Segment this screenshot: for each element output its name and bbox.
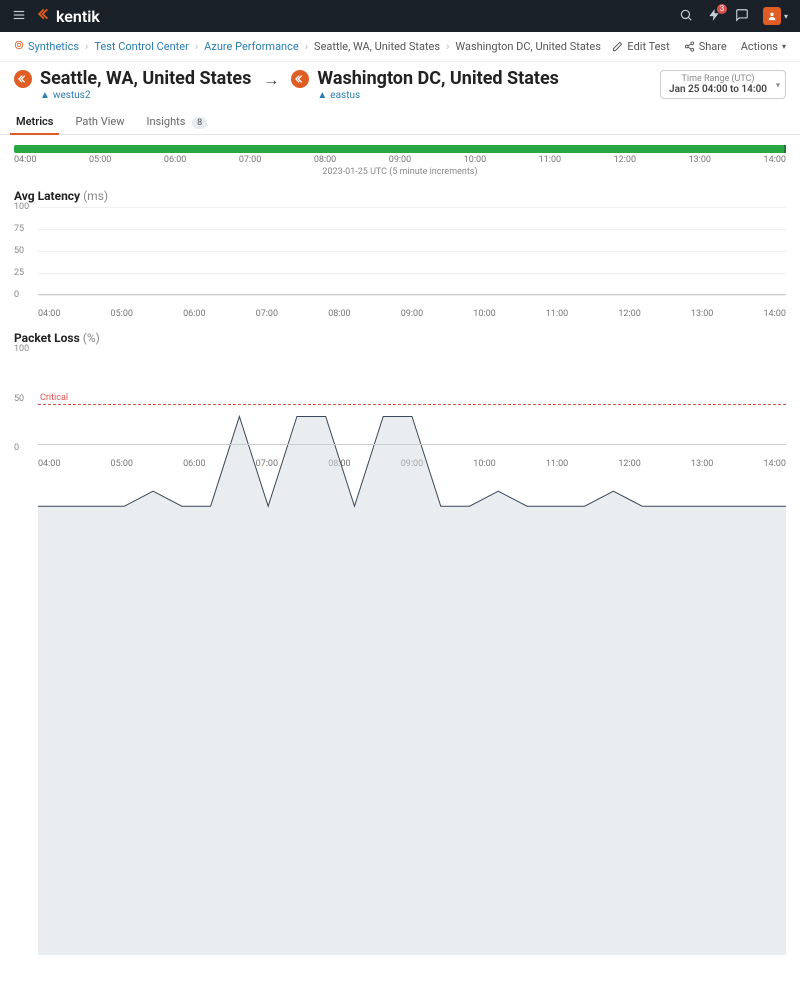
timerange-value: Jan 25 04:00 to 14:00 (669, 84, 767, 95)
arrow-right-icon: → (263, 70, 279, 90)
crumb-azure[interactable]: Azure Performance (204, 40, 299, 53)
brand-icon (38, 7, 52, 25)
crumb-tcc[interactable]: Test Control Center (94, 40, 189, 53)
dst-marker-icon (291, 70, 309, 88)
latency-chart[interactable]: 0255075100 (14, 207, 786, 309)
chevron-down-icon: ▾ (784, 12, 788, 21)
search-icon[interactable] (679, 8, 693, 25)
src-title: Seattle, WA, United States (40, 68, 251, 89)
actions-menu[interactable]: Actions ▾ (741, 40, 786, 53)
messages-icon[interactable] (735, 8, 749, 25)
tab-insights[interactable]: Insights 8 (144, 109, 209, 134)
crumb-dst: Washington DC, United States (455, 40, 601, 53)
src-subtitle: ▲westus2 (40, 90, 251, 101)
src-marker-icon (14, 70, 32, 88)
alerts-icon[interactable]: 3 (707, 8, 721, 25)
azure-icon: ▲ (40, 90, 50, 101)
latency-chart-title: Avg Latency (ms) (14, 189, 786, 203)
timeline-axis: 04:0005:0006:0007:0008:0009:0010:0011:00… (14, 155, 786, 165)
edit-test-button[interactable]: Edit Test (612, 40, 669, 53)
timerange-label: Time Range (UTC) (669, 74, 767, 84)
health-timeline[interactable] (14, 145, 786, 153)
chevron-down-icon: ▾ (782, 42, 786, 51)
insights-count-badge: 8 (192, 117, 207, 129)
share-button[interactable]: Share (684, 40, 727, 53)
timeline-caption: 2023-01-25 UTC (5 minute increments) (14, 167, 786, 177)
tab-metrics[interactable]: Metrics (14, 109, 55, 134)
dst-subtitle: ▲eastus (317, 90, 559, 101)
brand-text: kentik (56, 7, 100, 26)
user-menu[interactable]: ▾ (763, 7, 788, 25)
menu-icon[interactable] (12, 8, 26, 25)
brand-logo[interactable]: kentik (38, 7, 100, 26)
tab-pathview[interactable]: Path View (73, 109, 126, 134)
packetloss-chart[interactable]: 050100 Critical (14, 349, 786, 459)
alerts-badge: 3 (717, 4, 727, 14)
timerange-picker[interactable]: Time Range (UTC) Jan 25 04:00 to 14:00 ▾ (660, 70, 786, 99)
crumb-src: Seattle, WA, United States (314, 40, 440, 53)
dst-title: Washington DC, United States (317, 68, 559, 89)
avatar-icon (763, 7, 781, 25)
chevron-down-icon: ▾ (776, 80, 780, 89)
synthetics-icon (14, 40, 24, 53)
breadcrumb: Synthetics › Test Control Center › Azure… (0, 32, 800, 62)
crumb-synthetics[interactable]: Synthetics (28, 40, 79, 53)
azure-icon: ▲ (317, 90, 327, 101)
